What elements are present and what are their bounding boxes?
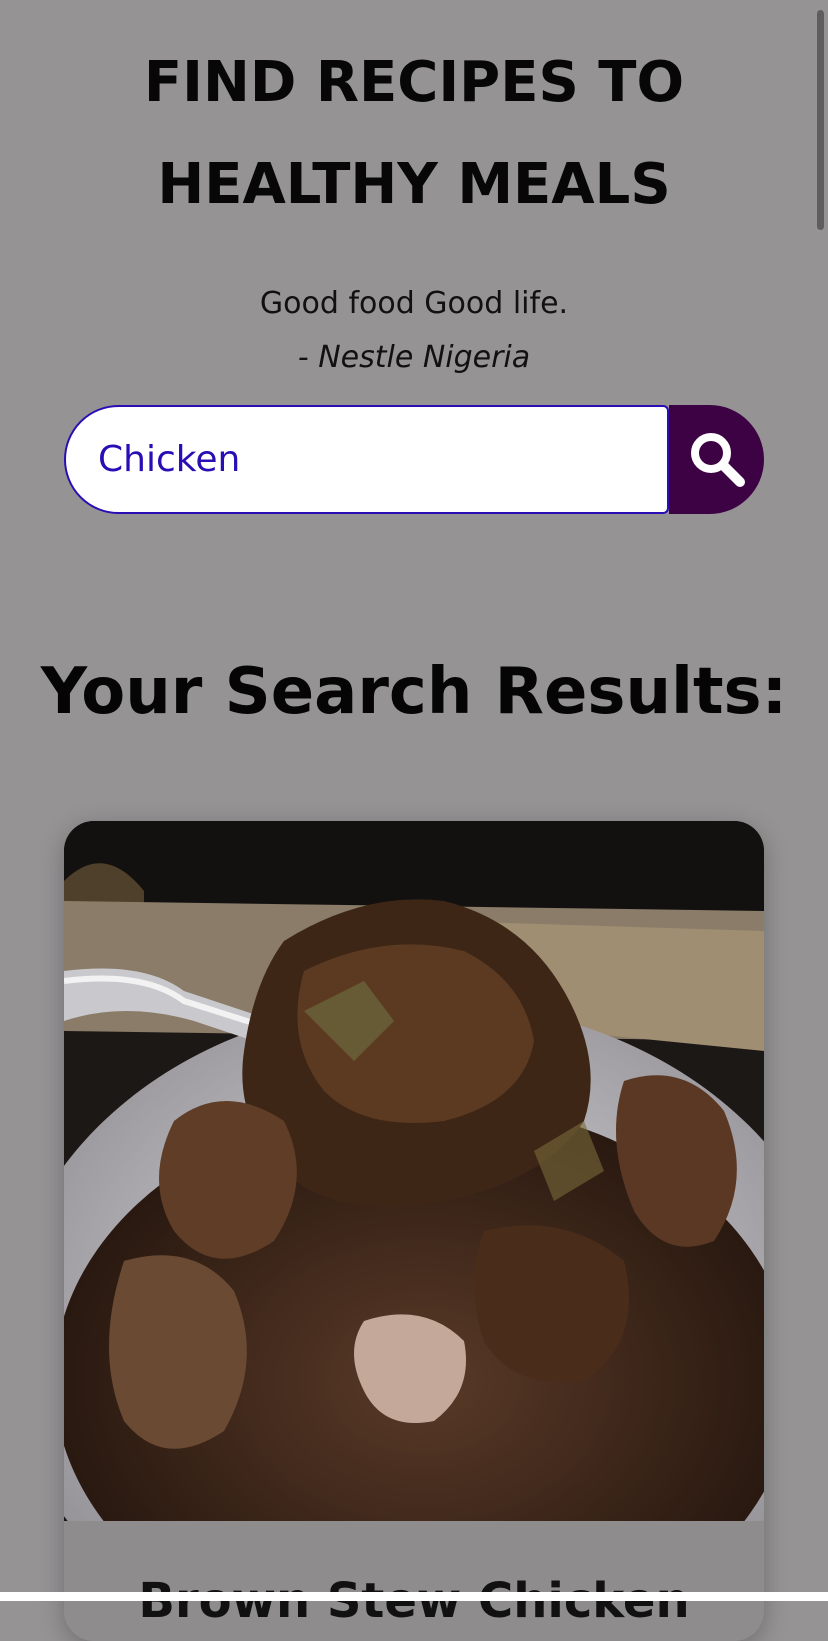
search-input[interactable]: [64, 405, 669, 514]
page-title-line-2: HEALTHY MEALS: [157, 152, 671, 217]
results-heading: Your Search Results:: [40, 655, 788, 729]
tagline: Good food Good life.: [259, 286, 569, 321]
page-title: FIND RECIPES TO HEALTHY MEALS: [0, 32, 828, 236]
search-icon: [690, 432, 745, 487]
page-bottom-edge: [0, 1592, 828, 1601]
search-button[interactable]: [669, 405, 764, 514]
page-title-line-1: FIND RECIPES TO: [143, 50, 685, 115]
recipe-card[interactable]: Brown Stew Chicken: [64, 821, 764, 1641]
recipe-title[interactable]: Brown Stew Chicken: [64, 1573, 764, 1629]
recipe-image: [64, 821, 764, 1521]
tagline-attribution: - Nestle Nigeria: [297, 340, 531, 375]
hero-section: FIND RECIPES TO HEALTHY MEALS Good food …: [0, 32, 828, 378]
search-form: [64, 405, 764, 514]
